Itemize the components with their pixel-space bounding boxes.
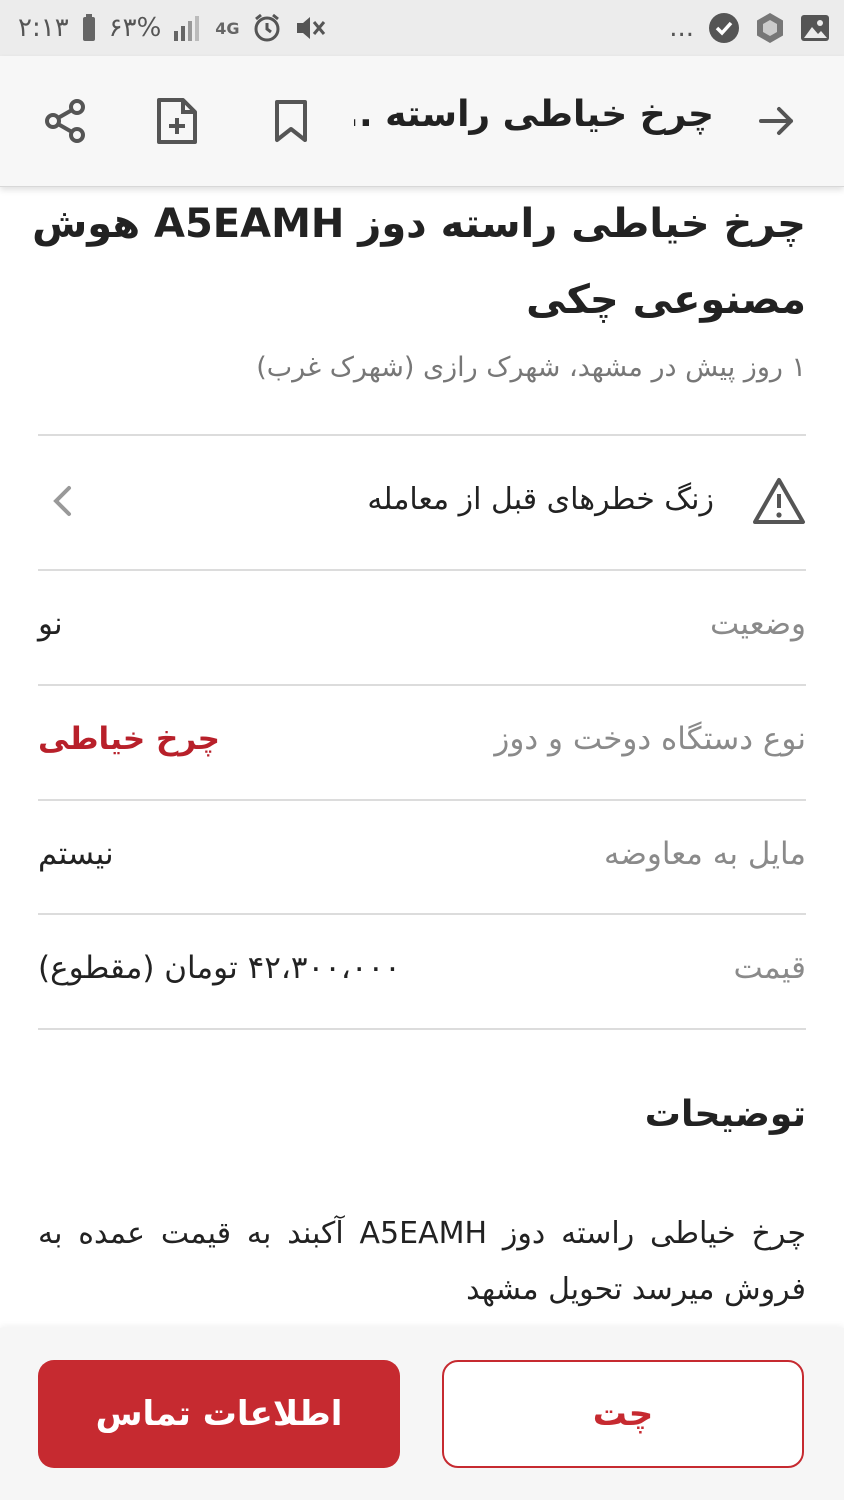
hexagon-app-icon <box>754 12 786 44</box>
status-right: ... <box>669 0 830 56</box>
listing-title: چرخ خیاطی راسته دوز A5EAMH هوش مصنوعی چک… <box>32 201 806 323</box>
bookmark-icon <box>275 100 307 142</box>
network-4g-icon: 4G <box>215 18 240 38</box>
more-notifications: ... <box>669 13 694 43</box>
bookmark-button[interactable] <box>262 92 320 150</box>
status-left: ۲:۱۳ ۶۳% 4G <box>18 0 326 56</box>
attribute-value: نیستم <box>38 836 114 872</box>
attribute-label: قیمت <box>733 950 806 986</box>
listing-subtitle: ۱ روز پیش در مشهد، شهرک رازی (شهرک غرب) <box>256 352 806 383</box>
attribute-label: مایل به معاوضه <box>603 836 806 872</box>
chevron-left-icon <box>50 484 74 522</box>
attribute-value: نو <box>38 606 63 642</box>
safety-warning-label: زنگ خطرهای قبل از معامله <box>367 482 714 517</box>
page-title: چرخ خیاطی راسته ... <box>354 94 714 135</box>
image-icon <box>800 13 830 43</box>
chat-button[interactable]: چت <box>442 1360 804 1468</box>
description-text: چرخ خیاطی راسته دوز A5EAMH آکبند به قیمت… <box>38 1216 806 1307</box>
contact-info-button[interactable]: اطلاعات تماس <box>38 1360 400 1468</box>
battery-icon <box>81 14 97 42</box>
signal-icon <box>173 15 203 41</box>
alarm-icon <box>252 13 282 43</box>
attribute-label: نوع دستگاه دوخت و دوز <box>494 721 806 757</box>
divider <box>38 1028 806 1030</box>
app-bar: چرخ خیاطی راسته ... <box>0 56 844 187</box>
attribute-label: وضعیت <box>709 606 806 642</box>
shield-check-icon <box>708 12 740 44</box>
mute-icon <box>294 13 326 43</box>
bottom-action-bar: اطلاعات تماس چت <box>0 1328 844 1500</box>
share-icon <box>45 99 85 143</box>
status-time: ۲:۱۳ <box>18 13 69 43</box>
safety-warning-row[interactable]: زنگ خطرهای قبل از معامله <box>38 438 806 568</box>
attribute-row-price: قیمت ۴۲،۳۰۰،۰۰۰ تومان (مقطوع) <box>38 914 806 1028</box>
add-note-button[interactable] <box>148 92 206 150</box>
price-value: ۴۲،۳۰۰،۰۰۰ تومان (مقطوع) <box>38 950 401 986</box>
share-button[interactable] <box>36 92 94 150</box>
listing-content[interactable]: چرخ خیاطی راسته دوز A5EAMH هوش مصنوعی چک… <box>0 186 844 1326</box>
back-arrow-icon <box>759 107 793 135</box>
status-bar: ۲:۱۳ ۶۳% 4G ... <box>0 0 844 56</box>
description-heading: توضیحات <box>644 1094 806 1135</box>
divider <box>38 434 806 436</box>
warning-triangle-icon <box>752 476 806 530</box>
attribute-row-device-type: نوع دستگاه دوخت و دوز چرخ خیاطی <box>38 685 806 799</box>
add-document-icon <box>157 98 197 144</box>
attribute-row-exchange: مایل به معاوضه نیستم <box>38 800 806 914</box>
battery-percent: ۶۳% <box>108 13 162 43</box>
back-button[interactable] <box>748 92 806 150</box>
attribute-row-condition: وضعیت نو <box>38 570 806 684</box>
category-link[interactable]: چرخ خیاطی <box>38 721 220 757</box>
